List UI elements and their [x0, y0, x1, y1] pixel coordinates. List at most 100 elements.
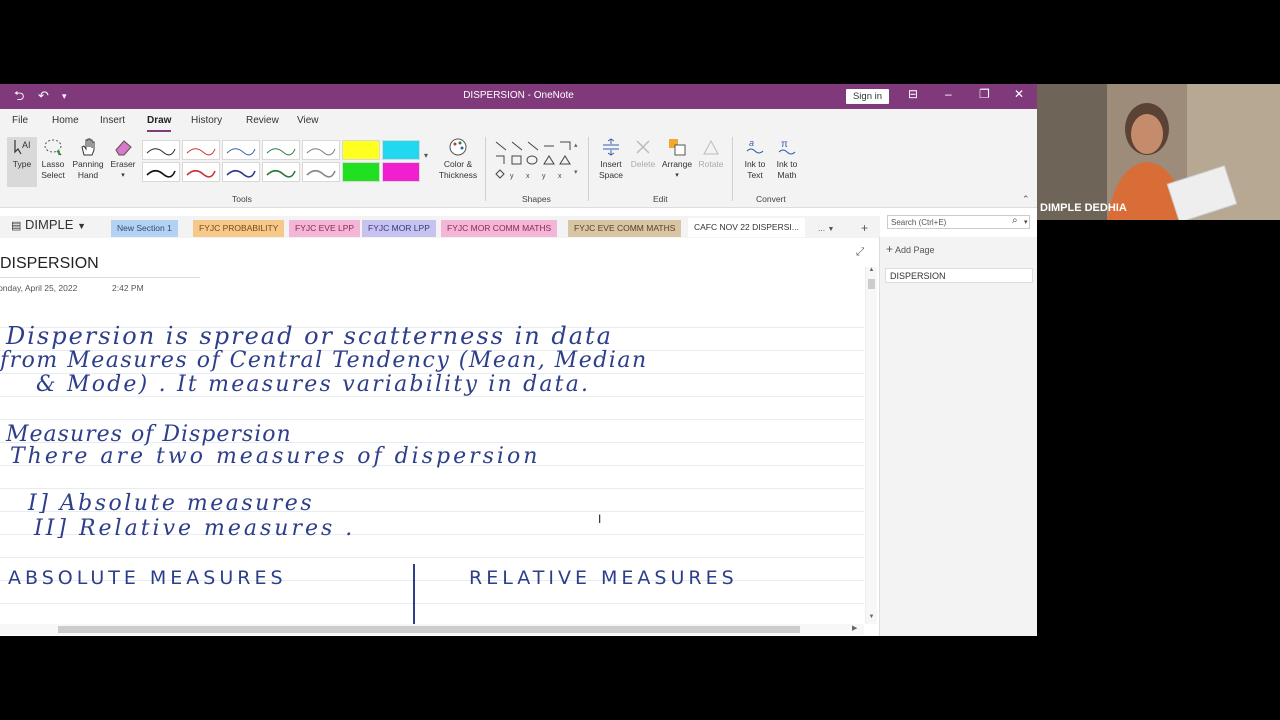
pages-panel: + Add Page DISPERSION	[879, 237, 1037, 636]
hand-icon	[81, 138, 95, 156]
highlighter-magenta[interactable]	[382, 162, 420, 182]
insert-space-icon	[603, 138, 619, 156]
svg-text:x: x	[526, 173, 530, 180]
rotate-button[interactable]: Rotate	[696, 137, 726, 170]
search-scope-dropdown-icon[interactable]: ▾	[1024, 218, 1028, 226]
svg-text:y: y	[510, 173, 514, 180]
section-tab-fyjc-mor-lpp[interactable]: FYJC MOR LPP	[362, 220, 436, 237]
scroll-up-icon[interactable]: ▲	[867, 267, 876, 275]
rotate-icon	[703, 139, 719, 155]
close-button[interactable]: ✕	[1014, 87, 1024, 101]
type-cursor-icon: AI	[14, 140, 31, 155]
ink-list-item[interactable]: II] Relative measures .	[34, 516, 355, 541]
ink-list-item[interactable]: I] Absolute measures	[28, 491, 314, 516]
pen-blue-thin[interactable]	[222, 140, 260, 160]
scroll-right-icon[interactable]: ▶	[852, 624, 857, 632]
search-input[interactable]: Search (Ctrl+E)	[887, 215, 1030, 229]
highlighter-green[interactable]	[342, 162, 380, 182]
pen-black[interactable]	[142, 162, 180, 182]
menu-home[interactable]: Home	[52, 115, 79, 126]
edit-group-label: Edit	[653, 194, 668, 204]
pen-green[interactable]	[262, 162, 300, 182]
participant-name: DIMPLE DEDHIA	[1040, 202, 1127, 214]
draw-ribbon: AI Type Lasso Select Panning Hand Eraser…	[0, 133, 1037, 208]
arrange-icon	[669, 139, 686, 156]
notebook-selector[interactable]: ▤ DIMPLE ▼	[11, 217, 86, 232]
menu-draw[interactable]: Draw	[147, 115, 172, 132]
shapes-scroll-up-icon[interactable]: ▴	[574, 141, 578, 149]
add-page-button[interactable]: + Add Page	[886, 242, 935, 256]
ink-divider	[413, 564, 415, 624]
menu-view[interactable]: View	[297, 115, 319, 126]
svg-text:y: y	[542, 173, 546, 180]
palette-icon	[449, 138, 467, 156]
ink-column-heading-relative[interactable]: RELATIVE MEASURES	[469, 567, 738, 589]
menu-review[interactable]: Review	[246, 115, 279, 126]
ribbon-display-icon[interactable]: ⊟	[908, 87, 918, 101]
eraser-icon	[115, 140, 132, 156]
section-tab-fyjc-mor-comm-maths[interactable]: FYJC MOR COMM MATHS	[441, 220, 558, 237]
ink-line[interactable]: from Measures of Central Tendency (Mean,…	[0, 348, 648, 373]
menu-insert[interactable]: Insert	[100, 115, 125, 126]
highlighter-yellow[interactable]	[342, 140, 380, 160]
search-icon[interactable]: ⌕	[1012, 215, 1018, 226]
eraser-dropdown-icon[interactable]: ▾	[108, 170, 138, 181]
lasso-select-button[interactable]: Lasso Select	[38, 137, 68, 181]
section-tab-fyjc-eve-comm-maths[interactable]: FYJC EVE COMM MATHS	[568, 220, 682, 237]
menu-file[interactable]: File	[12, 115, 28, 126]
section-tab-fyjc-probability[interactable]: FYJC PROBABILITY	[193, 220, 285, 237]
tools-group-label: Tools	[232, 194, 252, 204]
ink-to-text-button[interactable]: a Ink to Text	[739, 137, 771, 181]
shapes-gallery[interactable]: yxyx	[494, 140, 574, 182]
page-item-dispersion[interactable]: DISPERSION	[885, 268, 1033, 283]
vertical-scroll-thumb[interactable]	[868, 279, 875, 289]
arrange-dropdown-icon[interactable]: ▾	[660, 170, 694, 181]
ink-column-heading-absolute[interactable]: ABSOLUTE MEASURES	[8, 567, 287, 589]
menu-history[interactable]: History	[191, 115, 222, 126]
insert-space-button[interactable]: Insert Space	[594, 137, 628, 181]
expand-page-icon[interactable]: ⤢	[856, 246, 864, 259]
ink-line[interactable]: Dispersion is spread or scatterness in d…	[6, 322, 613, 350]
vertical-scrollbar[interactable]: ▲ ▼	[865, 267, 877, 624]
pen-black-thin[interactable]	[142, 140, 180, 160]
restore-button[interactable]: ❐	[979, 87, 990, 101]
minimize-button[interactable]: –	[945, 87, 952, 101]
color-thickness-button[interactable]: Color & Thickness	[436, 137, 480, 181]
collapse-ribbon-icon[interactable]: ⌃	[1022, 194, 1030, 205]
text-cursor-icon: I	[598, 512, 602, 526]
note-canvas[interactable]: DISPERSION Monday, April 25, 2022 2:42 P…	[0, 238, 864, 624]
type-button[interactable]: AI Type	[7, 137, 37, 187]
ribbon-separator	[732, 137, 733, 201]
scroll-down-icon[interactable]: ▼	[867, 614, 876, 622]
panning-hand-button[interactable]: Panning Hand	[70, 137, 106, 181]
svg-text:a: a	[749, 138, 754, 148]
shapes-more-icon[interactable]: ▾	[574, 168, 578, 176]
more-sections-button[interactable]: ... ▼	[812, 220, 841, 237]
plus-icon: +	[886, 242, 894, 256]
eraser-button[interactable]: Eraser ▾	[108, 137, 138, 181]
delete-icon	[636, 140, 650, 154]
arrange-button[interactable]: Arrange ▾	[660, 137, 694, 181]
pen-blue[interactable]	[222, 162, 260, 182]
sign-in-button[interactable]: Sign in	[846, 89, 889, 104]
delete-button[interactable]: Delete	[628, 137, 658, 170]
page-title[interactable]: DISPERSION	[0, 255, 99, 273]
section-tab-cafc-nov-22-dispersion[interactable]: CAFC NOV 22 DISPERSI...	[688, 218, 805, 237]
pen-green-thin[interactable]	[262, 140, 300, 160]
highlighter-cyan[interactable]	[382, 140, 420, 160]
menu-bar: File Home Insert Draw History Review Vie…	[0, 109, 1037, 133]
ink-line[interactable]: & Mode) . It measures variability in dat…	[36, 372, 590, 397]
section-tab-fyjc-eve-lpp[interactable]: FYJC EVE LPP	[289, 220, 361, 237]
section-tab-new-section-1[interactable]: New Section 1	[111, 220, 178, 237]
pen-gray-thin[interactable]	[302, 140, 340, 160]
add-section-icon[interactable]: +	[861, 221, 868, 235]
pen-red[interactable]	[182, 162, 220, 182]
pen-red-thin[interactable]	[182, 140, 220, 160]
ink-to-math-button[interactable]: π Ink to Math	[771, 137, 803, 181]
pen-gray[interactable]	[302, 162, 340, 182]
horizontal-scroll-thumb[interactable]	[58, 626, 800, 633]
pens-more-icon[interactable]: ▾	[424, 151, 428, 160]
horizontal-scrollbar[interactable]: ▶	[0, 624, 864, 635]
ink-line[interactable]: There are two measures of dispersion	[10, 444, 540, 469]
ruled-line	[0, 419, 864, 420]
